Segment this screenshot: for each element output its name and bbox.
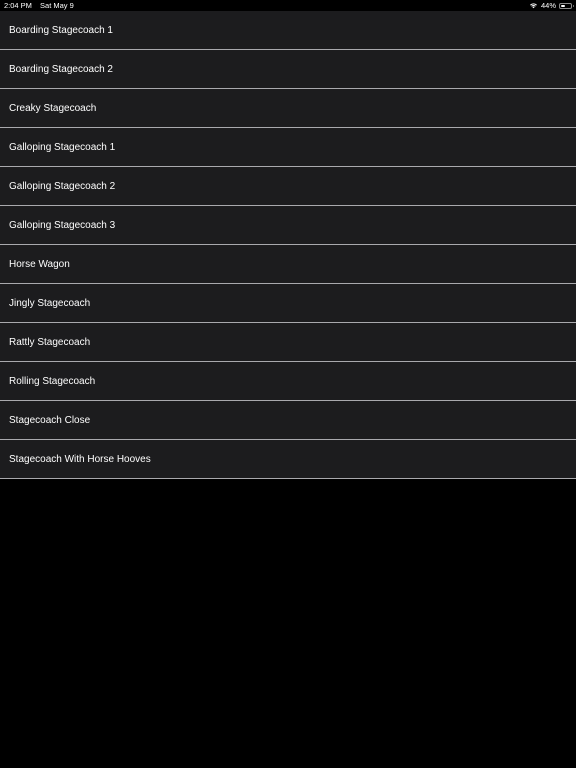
list-item-label: Boarding Stagecoach 2	[9, 63, 113, 75]
list-item-label: Boarding Stagecoach 1	[9, 24, 113, 36]
list-item[interactable]: Stagecoach With Horse Hooves	[0, 440, 576, 479]
list-item-label: Galloping Stagecoach 1	[9, 141, 116, 153]
battery-fill	[561, 4, 565, 7]
battery-percent: 44%	[540, 1, 556, 10]
list-item[interactable]: Galloping Stagecoach 1	[0, 128, 576, 167]
battery-icon	[559, 2, 574, 9]
list-item[interactable]: Rattly Stagecoach	[0, 323, 576, 362]
list-item-label: Jingly Stagecoach	[9, 297, 91, 309]
list-item-label: Rattly Stagecoach	[9, 336, 91, 348]
status-date: Sat May 9	[40, 1, 74, 10]
list-item[interactable]: Galloping Stagecoach 2	[0, 167, 576, 206]
list-item[interactable]: Rolling Stagecoach	[0, 362, 576, 401]
list-item-label: Galloping Stagecoach 3	[9, 219, 116, 231]
list-item[interactable]: Creaky Stagecoach	[0, 89, 576, 128]
list-item[interactable]: Jingly Stagecoach	[0, 284, 576, 323]
list-item-label: Rolling Stagecoach	[9, 375, 96, 387]
list-item[interactable]: Boarding Stagecoach 1	[0, 11, 576, 50]
list-item[interactable]: Boarding Stagecoach 2	[0, 50, 576, 89]
status-left: 2:04 PM Sat May 9	[4, 0, 80, 11]
list-item[interactable]: Galloping Stagecoach 3	[0, 206, 576, 245]
status-time: 2:04 PM	[4, 1, 32, 10]
list-item[interactable]: Horse Wagon	[0, 245, 576, 284]
list-item-label: Horse Wagon	[9, 258, 70, 270]
list-item[interactable]: Stagecoach Close	[0, 401, 576, 440]
status-bar: 2:04 PM Sat May 9 44%	[0, 0, 576, 11]
list-item-label: Creaky Stagecoach	[9, 102, 97, 114]
list-item-label: Stagecoach With Horse Hooves	[9, 453, 151, 465]
list-item-label: Stagecoach Close	[9, 414, 91, 426]
status-right: 44%	[529, 0, 574, 11]
wifi-icon	[530, 3, 537, 9]
list-item-label: Galloping Stagecoach 2	[9, 180, 116, 192]
sound-list: Boarding Stagecoach 1 Boarding Stagecoac…	[0, 11, 576, 479]
